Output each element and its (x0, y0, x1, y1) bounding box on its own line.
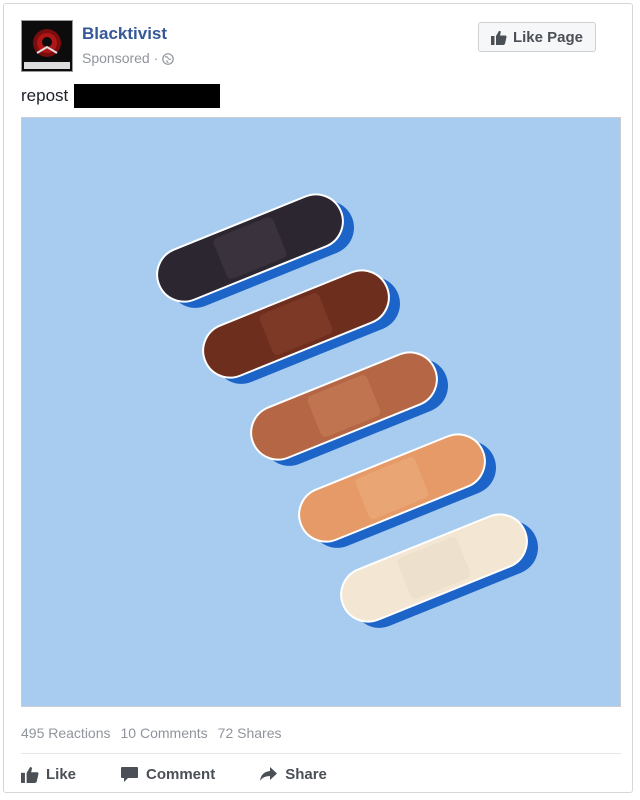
like-button[interactable]: Like (21, 760, 76, 788)
comment-label: Comment (146, 765, 216, 783)
comment-button[interactable]: Comment (120, 760, 215, 788)
page-name-link[interactable]: Blacktivist (82, 24, 167, 44)
thumbs-up-icon (490, 30, 507, 45)
share-button[interactable]: Share (259, 760, 327, 788)
comments-count[interactable]: 10 Comments (121, 725, 208, 741)
reactions-count[interactable]: 495 Reactions (21, 725, 111, 741)
bandages-photo (22, 118, 620, 706)
post-message: repost (21, 86, 69, 105)
engagement-counts: 495 Reactions 10 Comments 72 Shares (21, 725, 282, 741)
post-image[interactable] (21, 117, 621, 707)
like-label: Like (46, 765, 77, 783)
globe-icon (162, 52, 175, 65)
share-arrow-icon (260, 767, 278, 781)
meta-separator: · (153, 50, 159, 66)
post-card: Blacktivist Sponsored · Like Page repost (3, 3, 633, 793)
like-page-label: Like Page (512, 28, 584, 46)
post-meta: Sponsored · (82, 50, 175, 66)
redaction-bar (74, 84, 221, 108)
shares-count[interactable]: 72 Shares (218, 725, 282, 741)
thumbs-up-icon (21, 766, 39, 783)
share-label: Share (285, 765, 327, 783)
post-text: repost (21, 84, 221, 108)
page-avatar[interactable] (21, 20, 73, 72)
sponsored-label[interactable]: Sponsored (82, 50, 150, 66)
like-page-button[interactable]: Like Page (478, 22, 596, 52)
divider (21, 753, 621, 754)
action-bar: Like Comment Share (21, 760, 371, 788)
blacktivist-logo (22, 21, 72, 71)
comment-icon (121, 766, 139, 782)
